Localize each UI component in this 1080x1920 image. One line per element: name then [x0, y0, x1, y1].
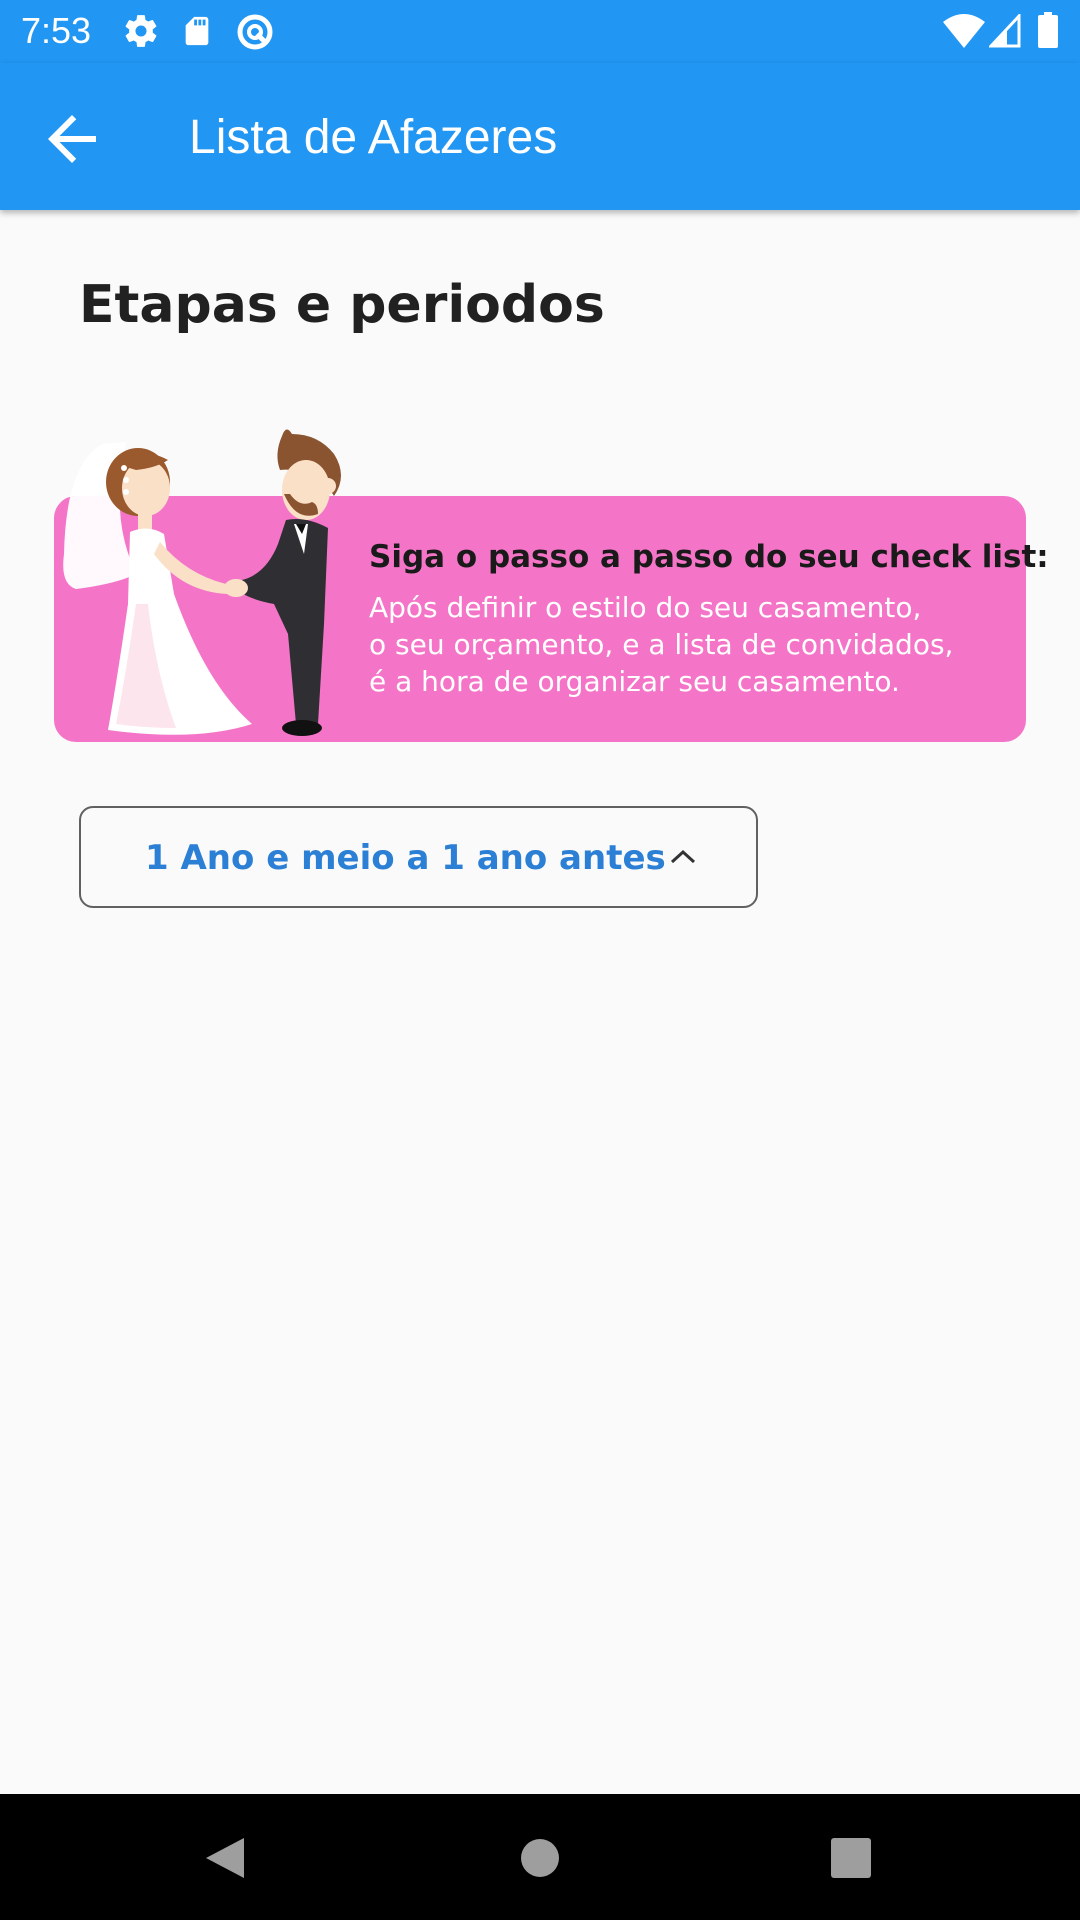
banner-text: Após definir o estilo do seu casamento, …: [369, 589, 953, 700]
arrow-back-icon: [48, 115, 96, 163]
home-circle-icon[interactable]: [520, 1838, 560, 1878]
system-nav-bar: [0, 1794, 1080, 1920]
signal-icon: [989, 14, 1021, 48]
banner-text-line: Após definir o estilo do seu casamento,: [369, 591, 922, 624]
section-heading: Etapas e periodos: [79, 275, 605, 335]
circle-at-icon: [237, 14, 273, 50]
bride-and-groom-illustration: [63, 429, 341, 736]
chevron-up-icon: [670, 849, 696, 864]
status-time: 7:53: [21, 10, 92, 51]
recents-square-icon[interactable]: [831, 1838, 871, 1878]
app-bar: Lista de Afazeres: [0, 63, 1080, 210]
wifi-icon: [943, 14, 985, 48]
period-dropdown[interactable]: 1 Ano e meio a 1 ano antes: [79, 806, 758, 908]
banner-title: Siga o passo a passo do seu check list:: [369, 539, 1049, 575]
page-title: Lista de Afazeres: [189, 111, 558, 164]
banner-text-line: o seu orçamento, e a lista de convidados…: [369, 628, 954, 661]
back-button[interactable]: [36, 103, 108, 175]
period-label: 1 Ano e meio a 1 ano antes: [145, 838, 666, 878]
settings-icon: [125, 15, 157, 47]
battery-icon: [1038, 12, 1058, 48]
status-bar: 7:53: [0, 0, 1080, 63]
banner-text-line: é a hora de organizar seu casamento.: [369, 665, 900, 698]
sd-card-icon: [185, 16, 209, 46]
back-triangle-icon[interactable]: [204, 1836, 246, 1880]
